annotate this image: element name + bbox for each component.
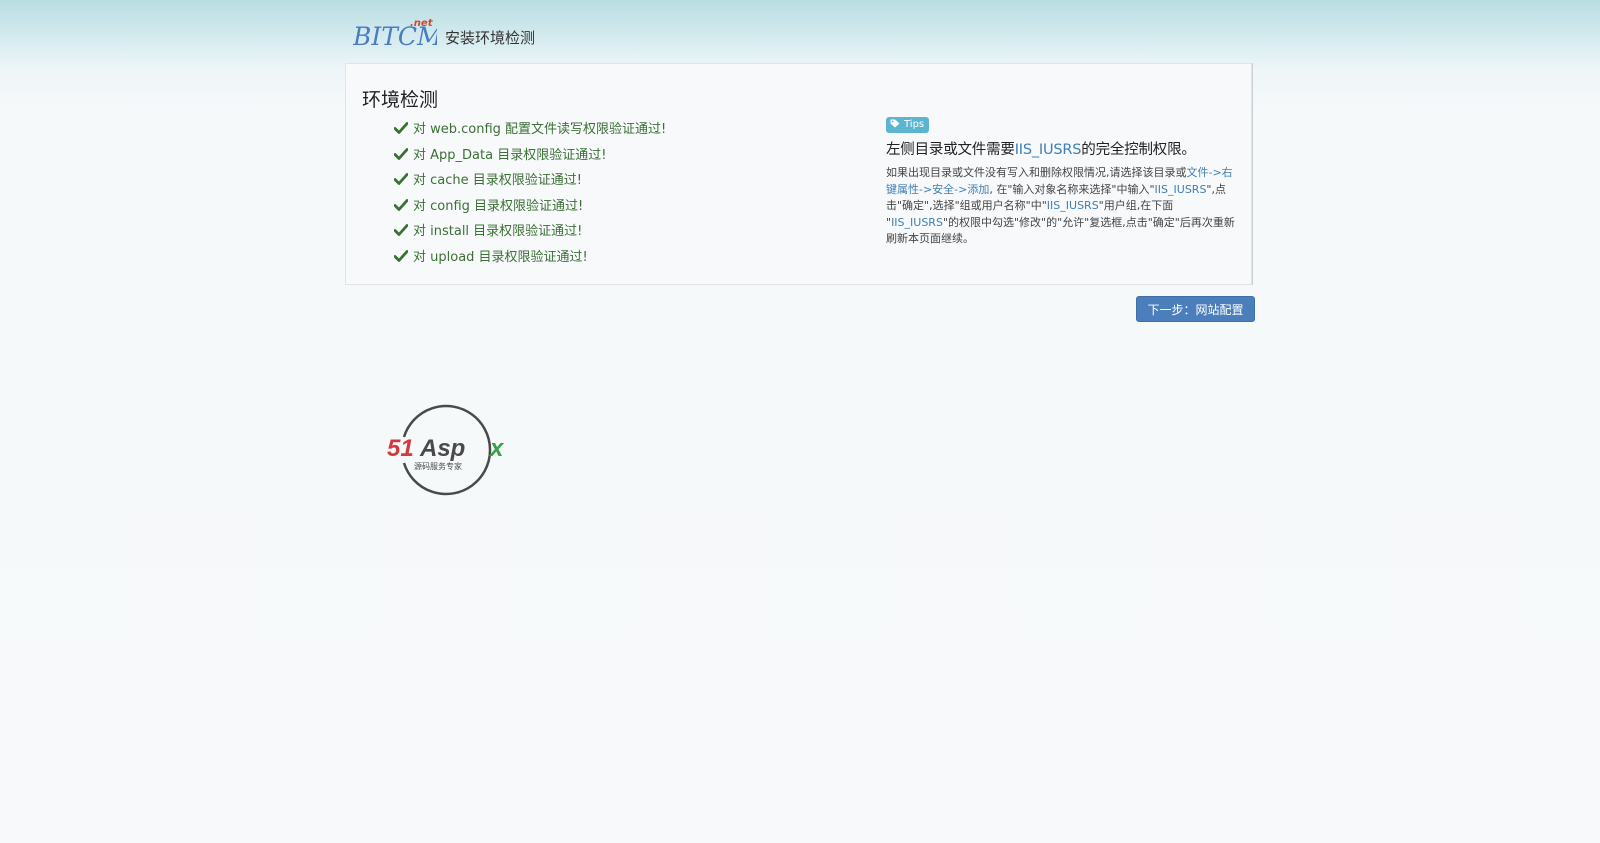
check-list: 对 web.config 配置文件读写权限验证通过! 对 App_Data 目录… — [394, 117, 666, 270]
check-item-config: 对 config 目录权限验证通过! — [394, 194, 666, 220]
check-item-upload: 对 upload 目录权限验证通过! — [394, 245, 666, 271]
check-text: 对 install 目录权限验证通过! — [413, 224, 583, 239]
logo-brand-asp: Asp — [419, 435, 465, 462]
tips-heading-link: IIS_IUSRS — [1014, 142, 1082, 158]
check-icon — [394, 122, 408, 134]
next-step-button[interactable]: 下一步：网站配置 — [1136, 296, 1255, 322]
tips-heading-prefix: 左侧目录或文件需要 — [886, 142, 1015, 158]
check-text: 对 upload 目录权限验证通过! — [413, 249, 588, 265]
check-item-install: 对 install 目录权限验证通过! — [394, 219, 666, 245]
tips-heading-suffix: 的完全控制权限。 — [1081, 142, 1196, 158]
tips-link: IIS_IUSRS — [1046, 199, 1099, 212]
header: BITCMS .net 安装环境检测 — [353, 10, 613, 60]
tips-badge: Tips — [886, 117, 930, 133]
logo-brand-51: 51 — [387, 435, 414, 462]
tips-link: IIS_IUSRS — [891, 215, 943, 229]
check-text: 对 config 目录权限验证通过! — [413, 198, 584, 214]
check-text: 对 cache 目录权限验证通过! — [413, 173, 582, 188]
check-icon — [394, 147, 408, 160]
logo-suffix-text: .net — [410, 18, 434, 29]
tips-body: 如果出现目录或文件没有写入和删除权限情况,请选择该目录或文件->右键属性->安全… — [886, 165, 1238, 248]
tips-area: Tips 左侧目录或文件需要IIS_IUSRS的完全控制权限。 如果出现目录或文… — [886, 112, 1241, 248]
environment-check-panel: 环境检测 对 web.config 配置文件读写权限验证通过! 对 App_Da… — [345, 63, 1252, 285]
bitcms-logo: BITCMS .net — [353, 18, 437, 51]
tag-icon — [890, 119, 900, 128]
51aspx-logo: 51 Asp x 源码服务专家 — [387, 404, 505, 496]
check-text: 对 web.config 配置文件读写权限验证通过! — [413, 122, 667, 137]
tips-heading: 左侧目录或文件需要IIS_IUSRS的完全控制权限。 — [886, 138, 1241, 159]
panel-title: 环境检测 — [362, 89, 439, 111]
check-item-cache: 对 cache 目录权限验证通过! — [394, 168, 666, 194]
check-item-web-config: 对 web.config 配置文件读写权限验证通过! — [394, 117, 666, 143]
tips-text: , 在"输入对象名称来选择"中输入" — [989, 182, 1155, 196]
tips-badge-label: Tips — [904, 119, 925, 130]
logo-brand-x: x — [488, 435, 505, 462]
check-icon — [394, 198, 408, 211]
tips-link: IIS_IUSRS — [1154, 182, 1207, 196]
check-text: 对 App_Data 目录权限验证通过! — [413, 147, 607, 163]
check-icon — [394, 224, 408, 236]
page-title: 安装环境检测 — [445, 29, 536, 47]
logo-tagline: 源码服务专家 — [414, 461, 462, 471]
check-icon — [394, 173, 408, 185]
tips-text: 如果出现目录或文件没有写入和删除权限情况,请选择该目录或 — [886, 166, 1187, 179]
check-item-app-data: 对 App_Data 目录权限验证通过! — [394, 143, 666, 169]
check-icon — [394, 249, 408, 262]
